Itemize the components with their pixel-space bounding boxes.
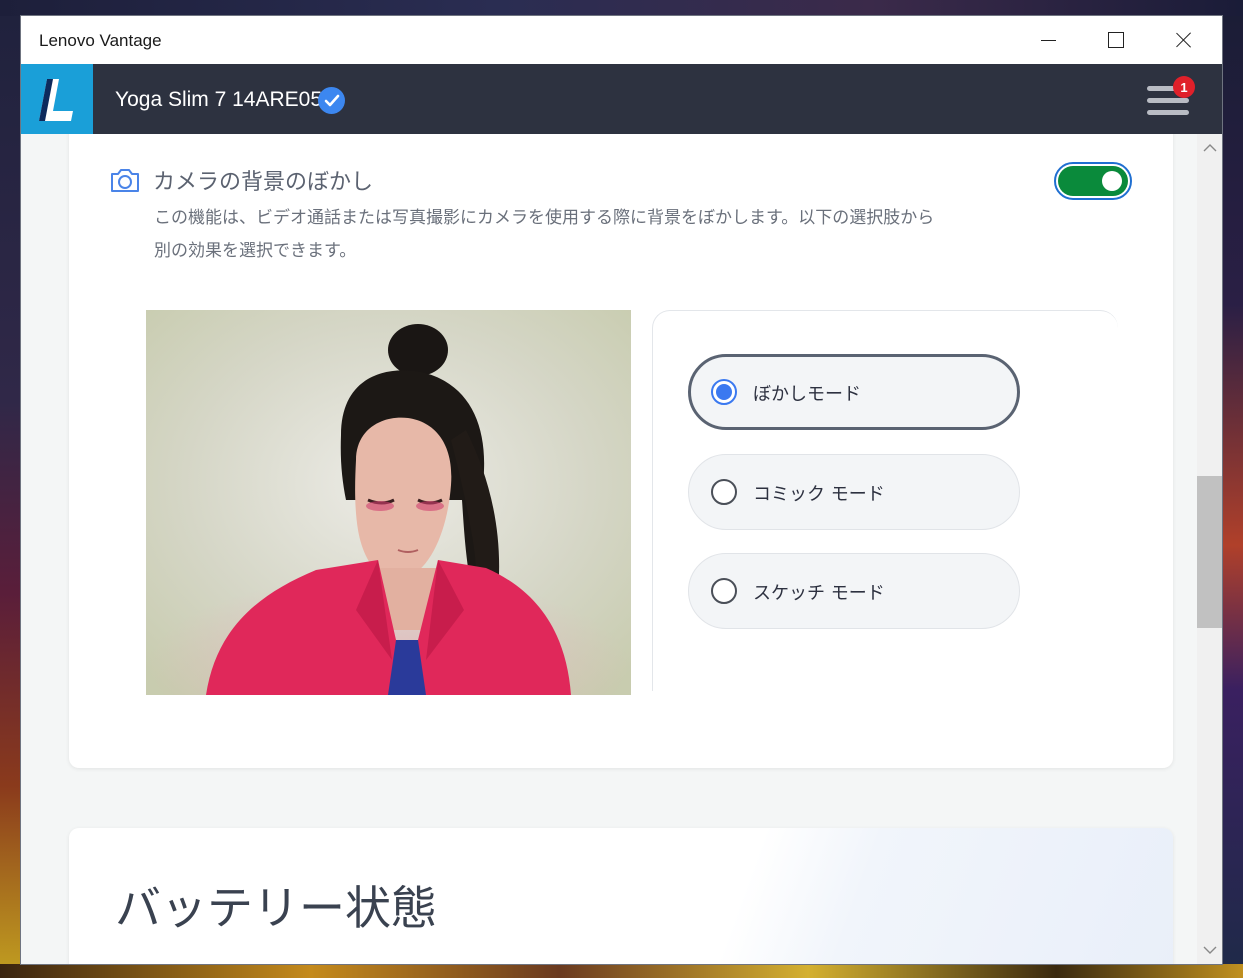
option-blur-mode[interactable]: ぼかしモード (688, 354, 1020, 430)
desktop-wallpaper-right (1222, 16, 1243, 978)
camera-blur-description: この機能は、ビデオ通話または写真撮影にカメラを使用する際に背景をぼかします。以下… (154, 208, 935, 261)
close-icon (1176, 32, 1192, 48)
vertical-scrollbar[interactable] (1197, 134, 1222, 964)
minimize-button[interactable] (1014, 16, 1082, 64)
maximize-icon (1108, 32, 1124, 48)
option-label: コミック モード (753, 484, 885, 505)
scroll-down-button[interactable] (1197, 940, 1222, 960)
maximize-button[interactable] (1082, 16, 1150, 64)
chevron-up-icon (1203, 144, 1216, 152)
minimize-icon (1040, 39, 1056, 41)
desktop-wallpaper-left (0, 16, 21, 978)
option-label: スケッチ モード (753, 583, 885, 604)
radio-dot (716, 384, 732, 400)
option-label: ぼかしモード (753, 384, 861, 405)
option-sketch-mode[interactable]: スケッチ モード (688, 553, 1020, 629)
title-bar[interactable]: Lenovo Vantage (21, 16, 1222, 64)
vantage-l-icon (39, 79, 73, 121)
hamburger-menu-button[interactable]: 1 (1139, 76, 1195, 124)
hamburger-menu-line (1147, 98, 1189, 103)
app-header: Yoga Slim 7 14ARE05 1 (21, 64, 1222, 134)
camera-blur-toggle[interactable] (1054, 162, 1132, 200)
desktop-wallpaper-bottom (0, 964, 1243, 978)
radio-selected[interactable] (711, 379, 737, 405)
radio-unselected[interactable] (711, 578, 737, 604)
battery-status-title: バッテリー状態 (115, 881, 437, 935)
app-window: Lenovo Vantage Yoga Slim 7 14ARE05 1 カメラ… (21, 16, 1222, 964)
camera-icon (109, 166, 141, 198)
camera-blur-card: カメラの背景のぼかし この機能は、ビデオ通話または写真撮影にカメラを使用する際に… (69, 134, 1173, 768)
camera-blur-title: カメラの背景のぼかし (153, 170, 374, 195)
scroll-up-button[interactable] (1197, 138, 1222, 158)
close-button[interactable] (1150, 16, 1218, 64)
option-comic-mode[interactable]: コミック モード (688, 454, 1020, 530)
check-circle-icon (318, 87, 345, 114)
main-content: カメラの背景のぼかし この機能は、ビデオ通話または写真撮影にカメラを使用する際に… (21, 134, 1197, 964)
camera-preview-image (146, 310, 631, 695)
desktop-wallpaper-top (0, 0, 1243, 16)
device-name: Yoga Slim 7 14ARE05 (115, 88, 323, 111)
lenovo-vantage-logo[interactable] (21, 64, 93, 134)
window-title: Lenovo Vantage (39, 31, 162, 50)
notification-badge: 1 (1173, 76, 1195, 98)
toggle-track (1058, 166, 1128, 196)
toggle-knob (1102, 171, 1122, 191)
hamburger-menu-line (1147, 110, 1189, 115)
radio-unselected[interactable] (711, 479, 737, 505)
scrollbar-thumb[interactable] (1197, 476, 1222, 628)
chevron-down-icon (1203, 946, 1216, 954)
battery-status-card: バッテリー状態 (69, 828, 1173, 964)
